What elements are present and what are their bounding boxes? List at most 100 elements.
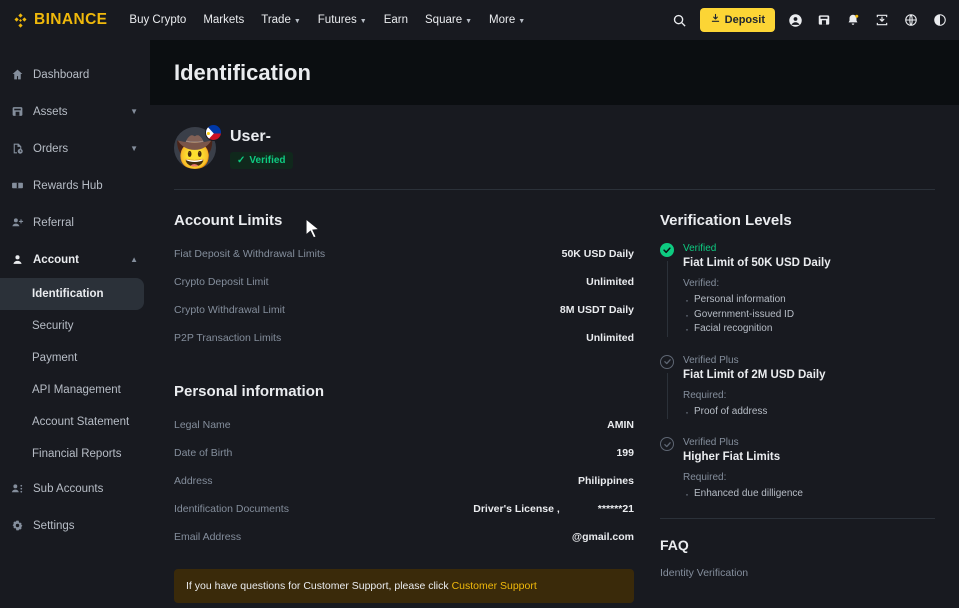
top-navigation-bar: BINANCE Buy Crypto Markets Trade ▼ Future…	[0, 0, 959, 40]
level-requirements-label: Verified:	[683, 278, 720, 289]
row-value: Driver's License , ******21	[473, 503, 634, 515]
nav-label: Trade	[261, 14, 291, 26]
sidebar-item-dashboard[interactable]: Dashboard	[0, 56, 150, 93]
notice-text: If you have questions for Customer Suppo…	[186, 580, 452, 592]
page-header-banner: Identification	[150, 40, 959, 105]
level-requirements-label: Required:	[683, 389, 727, 401]
sidebar-item-label: Rewards Hub	[33, 179, 103, 192]
level-requirements-label: Required:	[683, 472, 727, 483]
brand-name: BINANCE	[34, 11, 108, 28]
row-key: Address	[174, 474, 213, 487]
list-item: Personal information	[683, 292, 831, 309]
account-icon	[10, 253, 24, 267]
sidebar-item-orders[interactable]: Orders ▼	[0, 130, 150, 167]
level-body: Verified Plus Higher Fiat Limits Require…	[683, 437, 803, 503]
sidebar-item-referral[interactable]: Referral	[0, 204, 150, 241]
customer-support-notice: If you have questions for Customer Suppo…	[174, 569, 634, 603]
theme-toggle-icon[interactable]	[931, 11, 949, 29]
nav-buy-crypto[interactable]: Buy Crypto	[129, 14, 186, 26]
customer-support-link[interactable]: Customer Support	[452, 580, 537, 592]
nav-square[interactable]: Square ▼	[425, 14, 472, 26]
profile-icon[interactable]	[786, 11, 804, 29]
row-value: Philippines	[577, 474, 634, 487]
nav-trade[interactable]: Trade ▼	[261, 14, 301, 26]
sidebar-item-label: Account	[33, 253, 79, 266]
sidebar-item-assets[interactable]: Assets ▼	[0, 93, 150, 130]
sidebar-item-api-management[interactable]: API Management	[0, 374, 144, 406]
nav-label: Earn	[383, 14, 409, 26]
nav-futures[interactable]: Futures ▼	[318, 14, 367, 26]
row-value-doc-type: Driver's License ,	[473, 502, 560, 515]
sidebar-item-security[interactable]: Security	[0, 310, 144, 342]
table-row: P2P Transaction Limits Unlimited	[174, 327, 634, 348]
sidebar-item-label: Assets	[33, 105, 68, 118]
sidebar-item-label: Financial Reports	[32, 448, 122, 460]
row-key: Crypto Deposit Limit	[174, 275, 269, 288]
sidebar-item-financial-reports[interactable]: Financial Reports	[0, 438, 144, 470]
table-row: Legal Name AMIN	[174, 414, 634, 435]
level-name: Fiat Limit of 2M USD Daily	[683, 368, 826, 381]
row-key: Fiat Deposit & Withdrawal Limits	[174, 247, 326, 260]
chevron-up-icon: ▲	[130, 255, 138, 264]
nav-label: More	[489, 14, 516, 26]
level-rail	[660, 354, 674, 419]
sidebar: Dashboard Assets ▼ Orders ▼ Rewards Hub	[0, 40, 150, 608]
level-requirements-list: Proof of address	[683, 404, 826, 421]
list-item: Facial recognition	[683, 321, 831, 338]
sidebar-item-label: Settings	[33, 519, 75, 532]
table-row: Date of Birth 199	[174, 442, 634, 463]
avatar[interactable]: 🤠	[174, 124, 222, 169]
list-item: Proof of address	[683, 404, 826, 421]
sidebar-item-label: Dashboard	[33, 68, 90, 81]
sidebar-item-account-statement[interactable]: Account Statement	[0, 406, 144, 438]
sidebar-item-account[interactable]: Account ▲	[0, 241, 150, 278]
nav-label: Buy Crypto	[129, 14, 187, 26]
sidebar-item-rewards-hub[interactable]: Rewards Hub	[0, 167, 150, 204]
nav-label: Futures	[317, 14, 357, 26]
nav-markets[interactable]: Markets	[203, 14, 244, 26]
chevron-down-icon: ▼	[130, 144, 138, 153]
bell-icon[interactable]	[844, 11, 862, 29]
wallet-icon[interactable]	[815, 11, 833, 29]
search-icon[interactable]	[671, 11, 689, 29]
download-box-icon[interactable]	[873, 11, 891, 29]
personal-information-list: Legal Name AMIN Date of Birth 199 Addres…	[174, 414, 634, 547]
nav-earn[interactable]: Earn	[384, 14, 408, 26]
profile-text: User- ✓ Verified	[230, 128, 293, 169]
deposit-button[interactable]: Deposit	[699, 8, 775, 32]
faq-section: FAQ Identity Verification	[660, 517, 935, 579]
sidebar-item-identification[interactable]: Identification	[0, 278, 144, 310]
row-key: Identification Documents	[174, 502, 289, 515]
binance-logo[interactable]: BINANCE	[12, 11, 107, 29]
level-connector-line	[666, 261, 668, 337]
check-circle-outline-icon	[660, 437, 674, 451]
level-rail	[660, 437, 674, 502]
account-limits-title: Account Limits	[174, 212, 283, 229]
check-circle-filled-icon	[660, 243, 674, 257]
top-nav-actions: Deposit	[671, 8, 949, 32]
verification-level-item: Verified Plus Higher Fiat Limits Require…	[660, 437, 935, 503]
right-column: Verification Levels Verified Fiat Limit …	[660, 212, 935, 603]
check-icon: ✓	[237, 154, 246, 166]
row-value: 50K USD Daily	[561, 247, 634, 260]
assets-icon	[10, 105, 24, 119]
sidebar-item-label: Payment	[32, 352, 78, 364]
row-value: AMIN	[607, 418, 634, 431]
profile-summary: 🤠 User- ✓ Verified	[174, 105, 935, 189]
referral-icon	[10, 216, 24, 230]
table-row: Email Address @gmail.com	[174, 526, 634, 547]
faq-divider	[660, 517, 935, 519]
home-icon	[10, 68, 24, 82]
globe-icon[interactable]	[902, 11, 920, 29]
faq-item-identity-verification[interactable]: Identity Verification	[660, 567, 935, 579]
row-key: Crypto Withdrawal Limit	[174, 303, 285, 316]
verification-level-item: Verified Plus Fiat Limit of 2M USD Daily…	[660, 354, 935, 438]
sidebar-item-payment[interactable]: Payment	[0, 342, 144, 374]
row-value: 199	[616, 446, 634, 459]
table-row: Crypto Deposit Limit Unlimited	[174, 271, 634, 292]
nav-more[interactable]: More ▼	[489, 14, 525, 26]
sidebar-item-settings[interactable]: Settings	[0, 507, 150, 544]
download-icon	[710, 13, 721, 27]
sidebar-item-sub-accounts[interactable]: Sub Accounts	[0, 470, 150, 507]
table-row: Fiat Deposit & Withdrawal Limits 50K USD…	[174, 243, 634, 264]
